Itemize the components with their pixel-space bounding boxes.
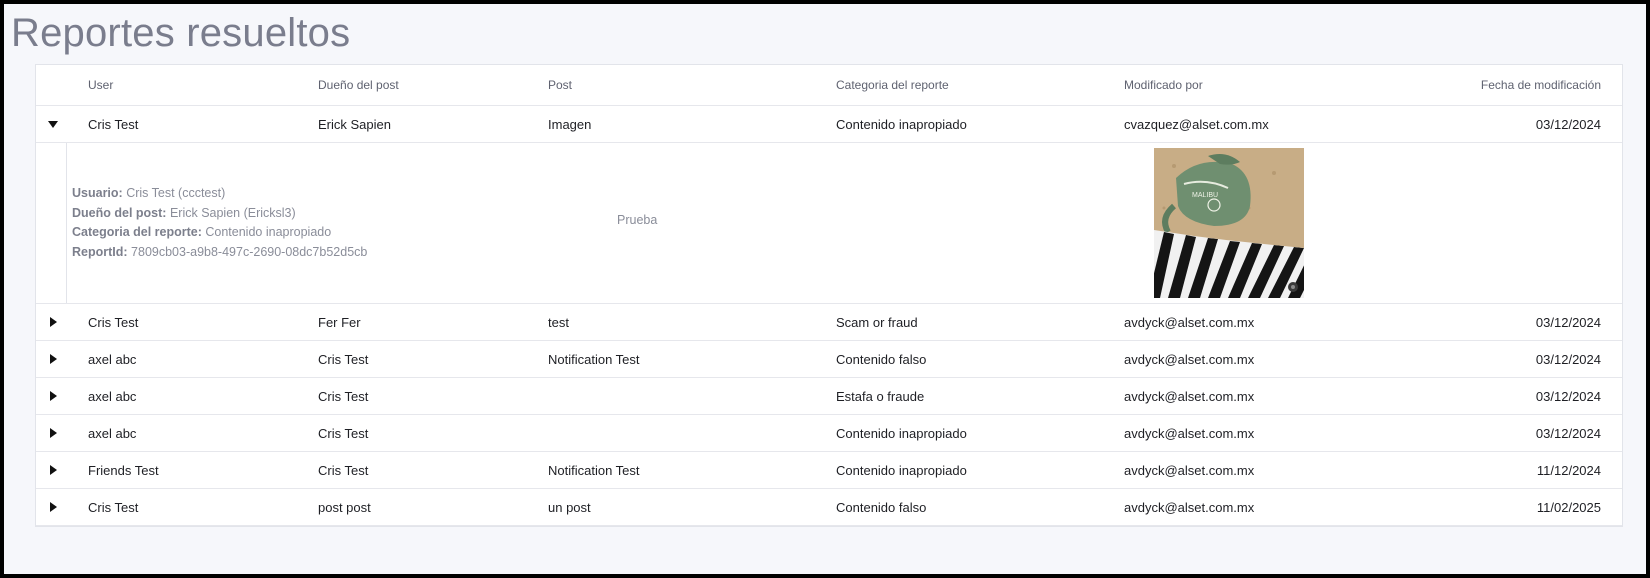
table-row[interactable]: Friends Test Cris Test Notification Test Co… bbox=[36, 452, 1622, 489]
cell-category: Contenido inapropiado bbox=[836, 425, 967, 441]
cell-date: 11/12/2024 bbox=[1536, 462, 1601, 478]
cell-post: Notification Test bbox=[548, 462, 640, 478]
table-row[interactable]: Cris Test Fer Fer test Scam or fraud avdyck@… bbox=[36, 304, 1622, 341]
category-value: Contenido inapropiado bbox=[205, 225, 332, 239]
header-post[interactable]: Post bbox=[548, 65, 572, 105]
table-row-expanded[interactable]: Cris Test Erick Sapien Imagen Contenido … bbox=[36, 106, 1622, 143]
category-label: Categoria del reporte: bbox=[72, 225, 202, 239]
cell-date: 03/12/2024 bbox=[1535, 388, 1601, 404]
owner-value: Erick Sapien (Ericksl3) bbox=[169, 205, 296, 220]
expand-row-button[interactable] bbox=[36, 304, 70, 340]
report-id-value: 7809cb03-a9b8-497c-2690-08dc7b52d5cb bbox=[131, 244, 368, 259]
cell-post: Imagen bbox=[548, 116, 592, 132]
cell-owner: Erick Sapien bbox=[318, 116, 391, 132]
cell-modified-by: avdyck@alset.com.mx bbox=[1124, 499, 1255, 515]
owner-label: Dueño del post: bbox=[72, 205, 167, 220]
table-row[interactable]: axel abc Cris Test Estafa o fraude avdyck@a… bbox=[36, 378, 1622, 415]
cell-user: Cris Test bbox=[88, 314, 139, 330]
expand-row-button[interactable] bbox=[36, 452, 70, 488]
report-id-label: ReportId: bbox=[72, 244, 128, 259]
caret-right-icon bbox=[49, 502, 57, 512]
expand-row-button[interactable] bbox=[36, 378, 70, 414]
caret-right-icon bbox=[49, 428, 57, 438]
expand-row-button[interactable] bbox=[36, 341, 70, 377]
cell-modified-by: cvazquez@alset.com.mx bbox=[1124, 116, 1269, 132]
reports-table: User Dueño del post Post Categoria del r… bbox=[35, 64, 1623, 527]
cell-user: Cris Test bbox=[88, 116, 139, 132]
usuario-value: Cris Test (ccctest) bbox=[126, 186, 226, 200]
cell-category: Contenido inapropiado bbox=[836, 462, 967, 478]
table-header: User Dueño del post Post Categoria del r… bbox=[36, 65, 1622, 106]
page-frame: Reportes resueltos User Dueño del post P… bbox=[4, 4, 1646, 574]
cell-category: Estafa o fraude bbox=[836, 388, 925, 404]
page-title: Reportes resueltos bbox=[11, 11, 351, 55]
cell-owner: Fer Fer bbox=[318, 314, 361, 330]
cell-modified-by: avdyck@alset.com.mx bbox=[1124, 462, 1255, 478]
post-image-graphic: MALIBU bbox=[1154, 148, 1304, 298]
cell-user: axel abc bbox=[88, 425, 137, 441]
table-row[interactable]: axel abc Cris Test Notification Test Conten… bbox=[36, 341, 1622, 378]
post-image[interactable]: MALIBU bbox=[1154, 148, 1304, 298]
caret-right-icon bbox=[49, 391, 57, 401]
table-body: Cris Test Fer Fer test Scam or fraud avdyck@… bbox=[36, 304, 1622, 526]
cell-post: test bbox=[548, 314, 569, 330]
cell-owner: Cris Test bbox=[318, 425, 369, 441]
cell-date: 03/12/2024 bbox=[1535, 351, 1601, 367]
caret-right-icon bbox=[49, 465, 57, 475]
caret-right-icon bbox=[49, 354, 57, 364]
cell-user: Friends Test bbox=[88, 462, 159, 478]
cell-user: axel abc bbox=[88, 351, 137, 367]
collapse-row-button[interactable] bbox=[36, 106, 70, 142]
header-owner[interactable]: Dueño del post bbox=[318, 65, 399, 105]
cell-post: Notification Test bbox=[548, 351, 640, 367]
header-user[interactable]: User bbox=[88, 65, 113, 105]
cell-owner: post post bbox=[318, 499, 371, 515]
post-text: Prueba bbox=[617, 213, 658, 227]
cell-owner: Cris Test bbox=[318, 388, 369, 404]
report-meta: Usuario: Cris Test (ccctest) Dueño del p… bbox=[72, 184, 367, 262]
cell-modified-by: avdyck@alset.com.mx bbox=[1124, 314, 1255, 330]
header-modified-by[interactable]: Modificado por bbox=[1124, 65, 1203, 105]
cell-date: 03/12/2024 bbox=[1535, 116, 1601, 132]
expand-row-button[interactable] bbox=[36, 489, 70, 525]
cell-owner: Cris Test bbox=[318, 462, 369, 478]
cell-user: Cris Test bbox=[88, 499, 139, 515]
cell-category: Contenido falso bbox=[836, 351, 927, 367]
cell-category: Scam or fraud bbox=[836, 314, 918, 330]
cell-modified-by: avdyck@alset.com.mx bbox=[1124, 388, 1255, 404]
caret-right-icon bbox=[49, 317, 57, 327]
cell-date: 11/02/2025 bbox=[1536, 499, 1601, 515]
cell-category: Contenido inapropiado bbox=[836, 116, 967, 132]
svg-text:MALIBU: MALIBU bbox=[1192, 192, 1218, 199]
cell-post: un post bbox=[548, 499, 591, 515]
cell-date: 03/12/2024 bbox=[1535, 425, 1601, 441]
header-category[interactable]: Categoria del reporte bbox=[836, 65, 949, 105]
cell-modified-by: avdyck@alset.com.mx bbox=[1124, 351, 1255, 367]
cell-owner: Cris Test bbox=[318, 351, 369, 367]
cell-modified-by: avdyck@alset.com.mx bbox=[1124, 425, 1255, 441]
cell-date: 03/12/2024 bbox=[1535, 314, 1601, 330]
header-date[interactable]: Fecha de modificación bbox=[1481, 65, 1601, 105]
table-row[interactable]: Cris Test post post un post Contenido falso… bbox=[36, 489, 1622, 526]
cell-user: axel abc bbox=[88, 388, 137, 404]
usuario-label: Usuario: bbox=[72, 186, 123, 200]
expand-row-button[interactable] bbox=[36, 415, 70, 451]
row-detail-panel: Usuario: Cris Test (ccctest) Dueño del p… bbox=[36, 143, 1622, 304]
caret-down-icon bbox=[48, 120, 58, 128]
cell-category: Contenido falso bbox=[836, 499, 927, 515]
table-row[interactable]: axel abc Cris Test Contenido inapropiado av… bbox=[36, 415, 1622, 452]
